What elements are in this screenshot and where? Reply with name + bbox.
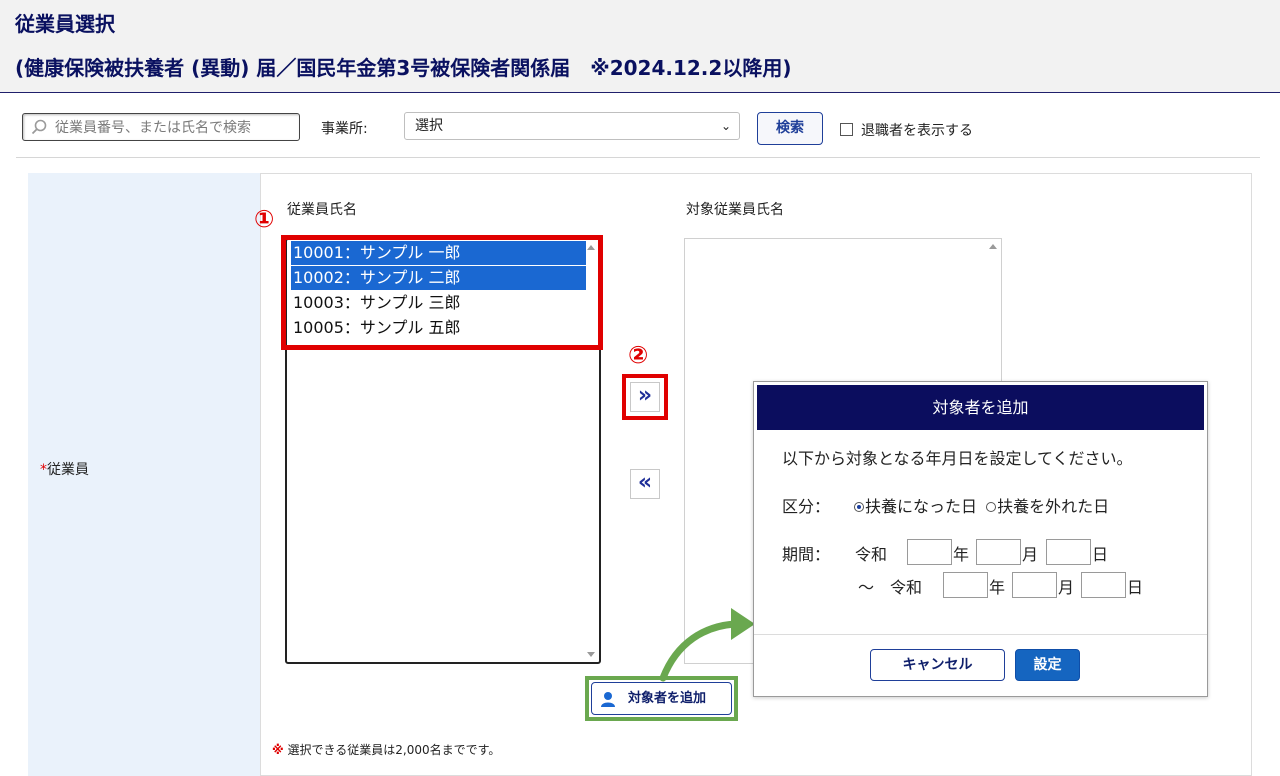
show-retired-checkbox[interactable]: 退職者を表示する bbox=[840, 120, 973, 140]
show-retired-label: 退職者を表示する bbox=[861, 123, 973, 139]
employee-search-field[interactable] bbox=[22, 113, 300, 141]
category-radio-group: 扶養になった日 扶養を外れた日 bbox=[854, 493, 1109, 517]
step1-marker: ① bbox=[254, 205, 275, 233]
add-target-dialog: 対象者を追加 以下から対象となる年月日を設定してください。 区分： 扶養になった… bbox=[753, 381, 1208, 697]
employee-field-label-text: 従業員 bbox=[47, 462, 89, 478]
page-title: 従業員選択 bbox=[15, 12, 115, 36]
note-text: 選択できる従業員は2,000名までです。 bbox=[287, 743, 501, 757]
year-label: 年 bbox=[953, 545, 970, 564]
search-icon bbox=[31, 119, 47, 135]
radio-left-dependent[interactable] bbox=[986, 502, 997, 512]
year-label: 年 bbox=[989, 578, 1006, 597]
required-mark: * bbox=[40, 462, 47, 478]
start-month-input[interactable] bbox=[976, 539, 1021, 565]
radio-became-dependent[interactable] bbox=[854, 502, 864, 512]
day-label: 日 bbox=[1127, 578, 1144, 597]
office-select[interactable]: 選択 ⌄ bbox=[404, 112, 740, 140]
green-arrow-icon bbox=[659, 608, 755, 682]
office-select-value: 選択 bbox=[415, 118, 443, 134]
scroll-down-icon[interactable] bbox=[587, 652, 595, 657]
option-left-dependent-label[interactable]: 扶養を外れた日 bbox=[997, 497, 1109, 516]
selection-limit-note: ※ 選択できる従業員は2,000名までです。 bbox=[272, 741, 500, 758]
end-year-input[interactable] bbox=[943, 572, 988, 598]
move-right-button[interactable]: » bbox=[630, 382, 660, 412]
step1-highlight bbox=[281, 235, 603, 350]
dialog-message: 以下から対象となる年月日を設定してください。 bbox=[782, 449, 1133, 468]
step2-marker: ② bbox=[628, 341, 649, 369]
category-label: 区分： bbox=[782, 497, 831, 516]
dialog-title: 対象者を追加 bbox=[757, 385, 1204, 430]
month-label: 月 bbox=[1022, 545, 1039, 564]
option-became-dependent-label[interactable]: 扶養になった日 bbox=[865, 497, 977, 516]
era-label: 令和 bbox=[855, 545, 888, 564]
note-mark: ※ bbox=[272, 743, 284, 757]
user-icon bbox=[601, 692, 615, 707]
right-list-label: 対象従業員氏名 bbox=[686, 202, 784, 218]
start-year-input[interactable] bbox=[907, 539, 952, 565]
office-label: 事業所: bbox=[321, 121, 368, 137]
month-label: 月 bbox=[1058, 578, 1075, 597]
day-label: 日 bbox=[1092, 545, 1109, 564]
checkbox-icon[interactable] bbox=[840, 123, 853, 136]
cancel-button[interactable]: キャンセル bbox=[870, 649, 1005, 681]
search-button[interactable]: 検索 bbox=[757, 112, 823, 145]
employee-field-label: *従業員 bbox=[40, 459, 89, 479]
dialog-divider bbox=[754, 634, 1207, 635]
tilde-label: ～ bbox=[858, 578, 875, 597]
page-subtitle: (健康保険被扶養者 (異動) 届／国民年金第3号被保険者関係届 ※2024.12… bbox=[15, 56, 792, 80]
era-label: 令和 bbox=[890, 578, 923, 597]
employee-field-label-cell: *従業員 bbox=[28, 173, 261, 776]
move-left-button[interactable]: « bbox=[630, 469, 660, 499]
divider bbox=[16, 157, 1260, 158]
set-button[interactable]: 設定 bbox=[1015, 649, 1080, 681]
left-list-label: 従業員氏名 bbox=[287, 202, 357, 218]
scroll-up-icon[interactable] bbox=[989, 244, 997, 249]
page-header: 従業員選択 (健康保険被扶養者 (異動) 届／国民年金第3号被保険者関係届 ※2… bbox=[0, 0, 1280, 93]
end-month-input[interactable] bbox=[1012, 572, 1057, 598]
start-day-input[interactable] bbox=[1046, 539, 1091, 565]
employee-search-input[interactable] bbox=[53, 116, 297, 140]
end-day-input[interactable] bbox=[1081, 572, 1126, 598]
chevron-down-icon: ⌄ bbox=[720, 119, 731, 133]
period-label: 期間： bbox=[782, 545, 831, 564]
